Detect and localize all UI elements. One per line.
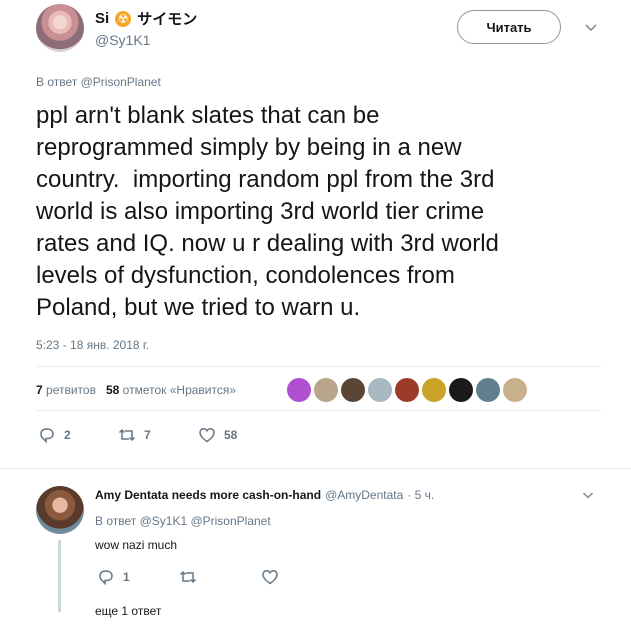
chevron-down-icon[interactable] xyxy=(583,19,599,35)
retweets-stat-label: ретвитов xyxy=(46,383,96,397)
tweet-text: ppl arn't blank slates that can be repro… xyxy=(36,102,499,321)
author-name-prefix: Si xyxy=(95,10,110,27)
retweets-stat[interactable]: 7 ретвитов xyxy=(36,383,96,397)
tweet-actions: 2 7 58 xyxy=(38,426,278,444)
author-handle[interactable]: @Sy1K1 xyxy=(95,32,150,48)
follow-button[interactable]: Читать xyxy=(457,10,561,44)
reply-count: 2 xyxy=(64,428,71,442)
avatar-red[interactable] xyxy=(395,378,419,402)
reply-author-name[interactable]: Amy Dentata needs more cash-on-hand xyxy=(95,488,321,502)
more-replies-link[interactable]: еще 1 ответ xyxy=(95,604,161,618)
author-name-suffix: サイモン xyxy=(137,11,198,28)
retweet-icon xyxy=(118,428,136,442)
avatar-figure[interactable] xyxy=(314,378,338,402)
avatar-cartoon[interactable] xyxy=(476,378,500,402)
avatar-default[interactable] xyxy=(368,378,392,402)
like-action[interactable] xyxy=(261,568,343,586)
author-name[interactable]: Si ☢ サイモン xyxy=(95,8,197,29)
tweet-timestamp[interactable]: 5:23 - 18 янв. 2018 г. xyxy=(36,338,149,352)
reply-actions: 1 xyxy=(97,568,343,586)
reply-header: Amy Dentata needs more cash-on-hand @Amy… xyxy=(95,488,434,502)
radioactive-icon: ☢ xyxy=(115,10,132,27)
retweet-count: 7 xyxy=(144,428,151,442)
divider xyxy=(36,410,601,411)
retweet-action[interactable]: 7 xyxy=(118,426,198,444)
like-count: 58 xyxy=(224,428,238,442)
likes-stat-label: отметок «Нравится» xyxy=(122,383,237,397)
tweet-stats: 7 ретвитов 58 отметок «Нравится» xyxy=(36,383,236,397)
avatar-black[interactable] xyxy=(449,378,473,402)
reply-to-line[interactable]: В ответ @Sy1K1 @PrisonPlanet xyxy=(95,514,271,528)
avatar-dark[interactable] xyxy=(341,378,365,402)
reply-author-avatar[interactable] xyxy=(36,486,84,534)
divider xyxy=(36,366,601,367)
divider xyxy=(0,468,631,469)
reply-count: 1 xyxy=(123,570,130,584)
reply-action[interactable]: 1 xyxy=(97,568,179,586)
liker-avatars xyxy=(287,378,527,402)
avatar-card[interactable] xyxy=(422,378,446,402)
thread-dots xyxy=(58,592,61,612)
reply-icon xyxy=(99,570,113,586)
likes-stat[interactable]: 58 отметок «Нравится» xyxy=(106,383,236,397)
retweet-action[interactable] xyxy=(179,568,261,586)
retweet-icon xyxy=(179,570,197,584)
avatar-deer[interactable] xyxy=(503,378,527,402)
reply-author-handle[interactable]: @AmyDentata xyxy=(325,488,403,502)
likes-stat-count: 58 xyxy=(105,383,120,397)
heart-icon xyxy=(199,428,215,443)
reply-action[interactable]: 2 xyxy=(38,426,118,444)
reply-to-line[interactable]: В ответ @PrisonPlanet xyxy=(36,75,161,89)
reply-time[interactable]: · 5 ч. xyxy=(407,488,434,502)
like-action[interactable]: 58 xyxy=(198,426,278,444)
heart-icon xyxy=(262,570,278,585)
chevron-down-icon[interactable] xyxy=(581,488,595,502)
reply-text: wow nazi much xyxy=(95,538,178,552)
author-avatar[interactable] xyxy=(36,4,84,52)
avatar-purple[interactable] xyxy=(287,378,311,402)
reply-icon xyxy=(40,428,54,444)
retweets-stat-count: 7 xyxy=(36,383,43,397)
